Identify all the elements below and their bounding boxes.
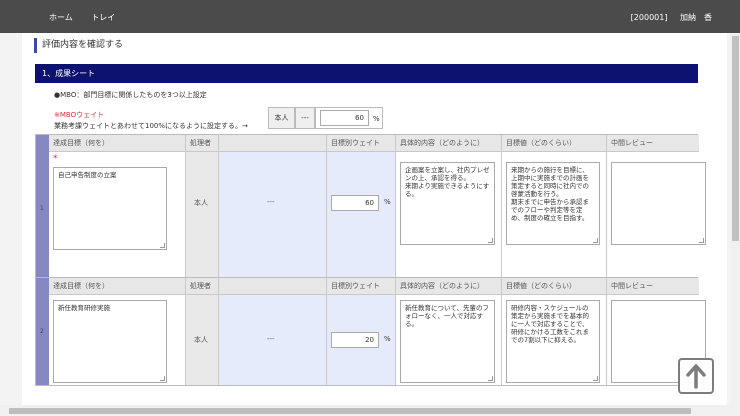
row-number-1: 1 [36,135,49,286]
horizontal-scroll-thumb[interactable] [9,408,691,414]
nav-tray-link[interactable]: トレイ [91,13,115,22]
review-cell [607,152,706,286]
weight-unit: % [384,335,391,343]
content-panel: 評価内容を確認する 1、成果シート ●MBO：部門目標に関係したものを3つ以上設… [22,33,727,405]
user-name[interactable]: 加納 香 [680,13,712,22]
vertical-scrollbar[interactable] [731,33,740,416]
goal-table-1: 1 達成目標（何を） 処理者 目標別ウェイト 具体的内容（どのように） 目標値（… [35,134,706,287]
resize-handle-icon[interactable] [488,376,493,381]
weight-input[interactable]: 20 [331,332,379,348]
col-person-header: 処理者 [186,135,219,152]
weight-unit: % [384,198,391,206]
weight-cell: 60 % [327,152,396,286]
how-textarea[interactable]: 新任教育について、先輩のフォローなく、一人で対応する。 [400,300,495,383]
col-weight-header: 目標別ウェイト [327,278,396,295]
col-level-header: 目標値（どのくらい） [502,135,607,152]
dash-value: --- [267,198,275,206]
review-textarea[interactable] [611,162,706,245]
how-cell: 企画案を立案し、社内プレゼンの上、承認を得る。 来期より実施できるようにする。 [396,152,502,286]
col-how-header: 具体的内容（どのように） [396,278,502,295]
col-blank-header [219,278,327,295]
col-review-header: 中間レビュー [607,278,699,295]
resize-handle-icon[interactable] [160,376,165,381]
horizontal-scrollbar[interactable] [0,405,731,416]
level-textarea[interactable]: 来期からの施行を目標に、上期中に実施までの計画を策定すると同時に社内での啓蒙活動… [506,162,600,245]
dash-value: --- [267,335,275,343]
person-value: 本人 [194,336,208,344]
user-id: [200001] [630,13,668,22]
mbo-note: ●MBO：部門目標に関係したものを3つ以上設定 [54,91,207,99]
col-goal-header: 達成目標（何を） [49,278,186,295]
col-level-header: 目標値（どのくらい） [502,278,607,295]
resize-handle-icon[interactable] [160,243,165,248]
page-title: 評価内容を確認する [34,38,123,53]
level-textarea[interactable]: 研修内容・スケジュールの策定から実施までを基本的に一人で対応することで、研修にか… [506,300,600,383]
col-goal-header: 達成目標（何を） [49,135,186,152]
col-review-header: 中間レビュー [607,135,699,152]
vertical-scroll-thumb[interactable] [732,36,739,241]
mbo-weight-dash: --- [295,107,315,129]
weight-cell: 20 % [327,295,396,385]
resize-handle-icon[interactable] [699,238,704,243]
mbo-weight-cell: 60 % [315,107,383,129]
how-textarea[interactable]: 企画案を立案し、社内プレゼンの上、承認を得る。 来期より実施できるようにする。 [400,162,495,245]
how-cell: 新任教育について、先輩のフォローなく、一人で対応する。 [396,295,502,385]
goal-textarea[interactable]: 新任教育研修実施 [53,300,167,383]
top-nav-bar: ホーム トレイ [200001] 加納 香 [0,0,740,33]
level-cell: 来期からの施行を目標に、上期中に実施までの計画を策定すると同時に社内での啓蒙活動… [502,152,607,286]
mbo-weight-description: 業務考課ウェイトとあわせて100%になるように設定する。→ [54,122,248,130]
main-nav: ホーム トレイ [49,12,131,23]
goal-textarea[interactable]: 自己申告制度の立案 [53,167,167,250]
level-cell: 研修内容・スケジュールの策定から実施までを基本的に一人で対応することで、研修にか… [502,295,607,385]
goal-cell: * 自己申告制度の立案 [49,152,186,286]
mbo-weight-title: ※MBOウェイト [54,111,105,119]
scroll-to-top-button[interactable] [678,358,714,394]
user-info: [200001] 加納 香 [621,12,712,23]
col-person-header: 処理者 [186,278,219,295]
resize-handle-icon[interactable] [488,238,493,243]
required-mark: * [53,154,58,164]
row-number-2: 2 [36,278,49,385]
resize-handle-icon[interactable] [593,376,598,381]
nav-home-link[interactable]: ホーム [49,13,73,22]
mbo-weight-label: 本人 [268,107,295,129]
dash-cell: --- [219,152,327,286]
person-cell: 本人 [186,295,219,385]
person-cell: 本人 [186,152,219,286]
weight-input[interactable]: 60 [331,195,379,211]
mbo-weight-unit: % [373,115,380,123]
section-header: 1、成果シート [35,64,698,83]
person-value: 本人 [194,199,208,207]
goal-cell: 新任教育研修実施 [49,295,186,385]
resize-handle-icon[interactable] [593,238,598,243]
goal-table-2: 2 達成目標（何を） 処理者 目標別ウェイト 具体的内容（どのように） 目標値（… [35,277,706,386]
col-weight-header: 目標別ウェイト [327,135,396,152]
dash-cell: --- [219,295,327,385]
col-blank-header [219,135,327,152]
mbo-weight-input[interactable]: 60 [320,110,369,126]
arrow-up-icon [686,364,706,389]
col-how-header: 具体的内容（どのように） [396,135,502,152]
